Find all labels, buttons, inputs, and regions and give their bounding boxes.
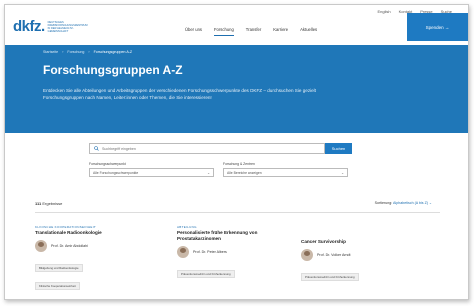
browser-frame: dkfz. DEUTSCHES KREBSFORSCHUNGSZENTRUM I… <box>4 4 469 300</box>
group-card[interactable]: KLINISCHE KOOPERATIONSEINHEIT Translatio… <box>35 225 153 299</box>
filter-select-bereiche[interactable]: Alle Bereiche anzeigen ⌄ <box>223 168 348 177</box>
filter-select-schwerpunkt[interactable]: Alle Forschungsschwerpunkte ⌄ <box>89 168 214 177</box>
page-title: Forschungsgruppen A-Z <box>43 63 183 77</box>
breadcrumb-item-current: Forschungsgruppen A-Z <box>93 50 133 54</box>
search-button[interactable]: Suchen <box>325 143 352 154</box>
person-name: Prof. Dr. Peter Albers <box>193 250 227 254</box>
card-category: KLINISCHE KOOPERATIONSEINHEIT <box>35 225 96 229</box>
util-link-english[interactable]: English <box>378 9 391 14</box>
person-name: Prof. Dr. Amir Abdollahi <box>51 244 88 248</box>
chevron-down-icon: ⌄ <box>341 170 344 175</box>
card-tag[interactable]: Klinische Kooperationseinheit <box>35 282 80 290</box>
logo-mark: dkfz. <box>13 18 45 35</box>
card-person: Prof. Dr. Volker Arndt <box>301 249 419 261</box>
breadcrumb-separator: › <box>62 50 64 54</box>
card-person: Prof. Dr. Peter Albers <box>177 246 295 258</box>
breadcrumb: Startseite › Forschung › Forschungsgrupp… <box>43 50 132 54</box>
card-tag[interactable]: Bildgebung und Radioonkologie <box>35 264 83 272</box>
chevron-down-icon: ⌄ <box>207 170 210 175</box>
sort-control: Sortierung: Alphabetisch (A bis Z) ⌄ <box>375 201 432 205</box>
site-header: dkfz. DEUTSCHES KREBSFORSCHUNGSZENTRUM I… <box>5 5 468 45</box>
filter-value: Alle Bereiche anzeigen <box>227 170 262 175</box>
avatar <box>177 246 189 258</box>
card-tag[interactable]: Präventionsmedizin und Früherkennung <box>177 270 235 278</box>
search-input[interactable] <box>102 146 302 151</box>
search-bar: Suchen <box>89 143 352 154</box>
divider <box>35 212 440 213</box>
page-intro: Entdecken Sie alle Abteilungen und Arbei… <box>43 88 316 100</box>
nav-item-forschung[interactable]: Forschung <box>214 27 234 36</box>
avatar <box>35 240 47 252</box>
nav-item-aktuelles[interactable]: Aktuelles <box>300 27 317 36</box>
card-category: ABTEILUNG <box>177 225 197 229</box>
main-nav: Über uns Forschung Transfer Karriere Akt… <box>185 27 317 36</box>
sort-select[interactable]: Alphabetisch (A bis Z) <box>393 201 428 205</box>
search-icon <box>94 146 99 151</box>
nav-item-ueber-uns[interactable]: Über uns <box>185 27 202 36</box>
logo-text: DEUTSCHES KREBSFORSCHUNGSZENTRUM IN DER … <box>47 20 88 33</box>
group-card[interactable]: ABTEILUNG Personalisierte frühe Erkennun… <box>177 225 295 299</box>
chevron-down-icon: ⌄ <box>428 201 432 205</box>
filter-bereiche: Forschung & Zentren Alle Bereiche anzeig… <box>223 162 348 177</box>
avatar <box>301 249 313 261</box>
filter-schwerpunkt: Forschungsschwerpunkt Alle Forschungssch… <box>89 162 214 177</box>
group-card[interactable]: Cancer Survivorship Prof. Dr. Volker Arn… <box>301 239 419 299</box>
donate-button[interactable]: Spenden → <box>407 13 468 41</box>
card-title[interactable]: Personalisierte frühe Erkennung von Pros… <box>177 230 295 242</box>
hero-banner: Startseite › Forschung › Forschungsgrupp… <box>5 45 468 133</box>
person-name: Prof. Dr. Volker Arndt <box>317 253 351 257</box>
card-title[interactable]: Cancer Survivorship <box>301 239 419 245</box>
results-label: Ergebnisse <box>42 201 63 206</box>
filter-label: Forschung & Zentren <box>223 162 255 166</box>
dkfz-logo[interactable]: dkfz. DEUTSCHES KREBSFORSCHUNGSZENTRUM I… <box>13 18 88 35</box>
results-number: 111 <box>35 201 42 206</box>
breadcrumb-item-startseite[interactable]: Startseite <box>43 50 58 54</box>
nav-item-karriere[interactable]: Karriere <box>273 27 288 36</box>
results-count: 111 Ergebnisse <box>35 201 62 206</box>
card-title[interactable]: Translationale Radioonkologie <box>35 230 153 236</box>
filter-label: Forschungsschwerpunkt <box>89 162 126 166</box>
nav-item-transfer[interactable]: Transfer <box>246 27 261 36</box>
card-tag[interactable]: Präventionsmedizin und Früherkennung <box>301 273 359 281</box>
breadcrumb-separator: › <box>88 50 90 54</box>
breadcrumb-item-forschung[interactable]: Forschung <box>67 50 84 54</box>
filter-value: Alle Forschungsschwerpunkte <box>93 170 139 175</box>
card-person: Prof. Dr. Amir Abdollahi <box>35 240 153 252</box>
search-field[interactable] <box>89 143 325 154</box>
sort-label: Sortierung: <box>374 201 393 205</box>
